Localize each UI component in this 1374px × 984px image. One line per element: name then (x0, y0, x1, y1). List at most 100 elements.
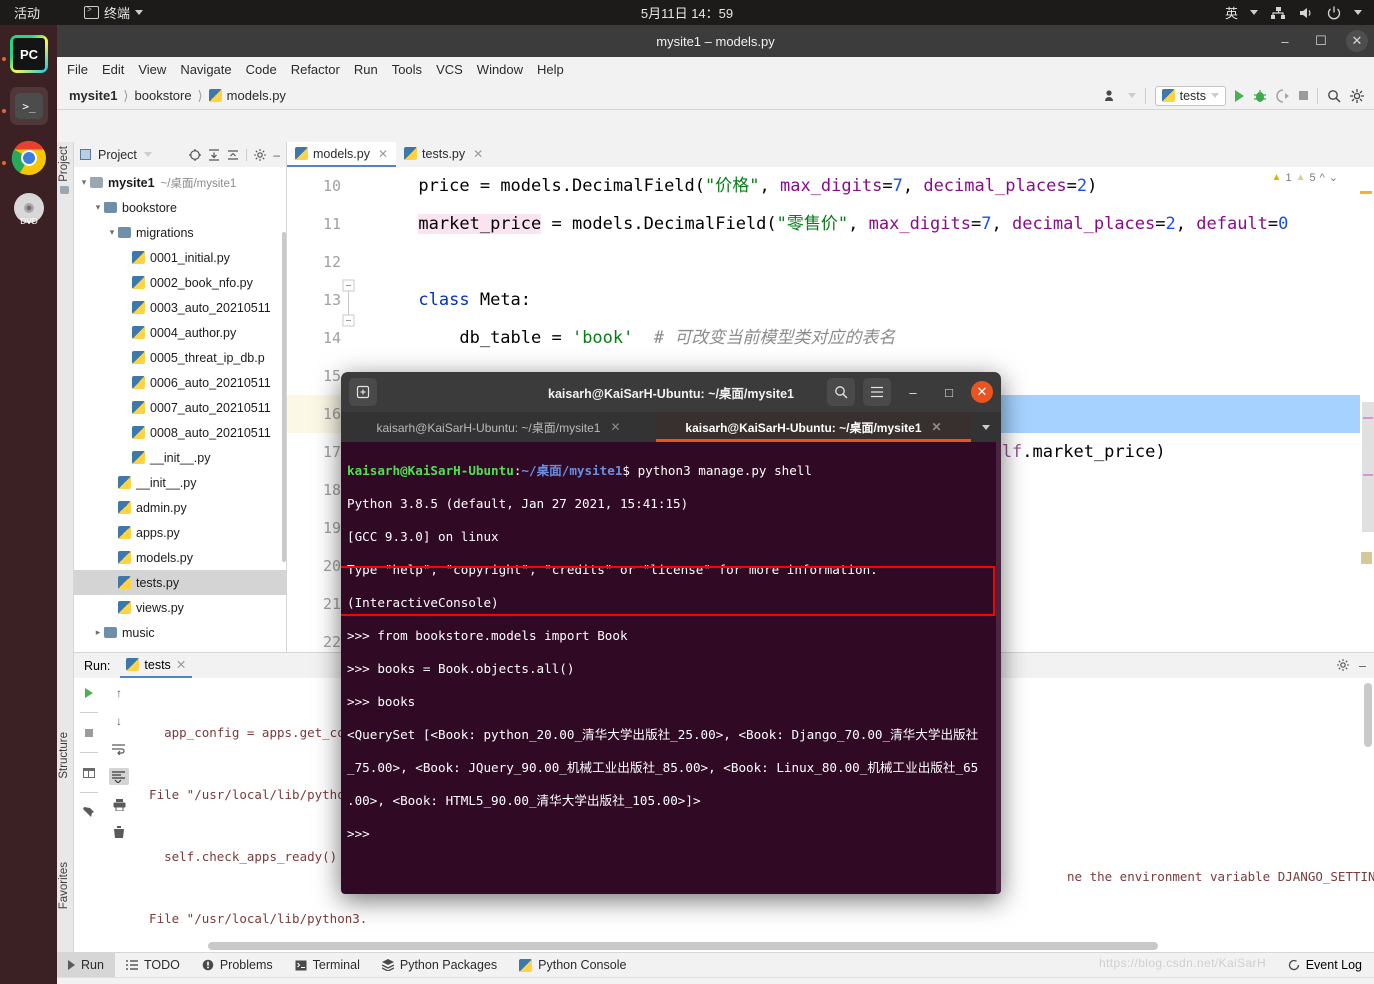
bottom-tool-terminal[interactable]: Terminal (284, 953, 371, 978)
editor-tab-tests[interactable]: tests.py ✕ (396, 142, 491, 167)
collapse-all-icon[interactable] (227, 149, 239, 161)
menu-view[interactable]: View (138, 62, 166, 77)
menu-window[interactable]: Window (477, 62, 523, 77)
restore-layout-button[interactable] (79, 764, 99, 781)
menu-code[interactable]: Code (246, 62, 277, 77)
chevron-icon[interactable]: ▾ (78, 177, 90, 188)
menu-help[interactable]: Help (537, 62, 564, 77)
tree-row[interactable]: 0003_auto_20210511 (74, 295, 286, 320)
chevron-icon[interactable]: ▸ (92, 627, 104, 638)
maximize-button[interactable]: ☐ (1310, 30, 1332, 52)
run-output-vscrollbar[interactable] (1364, 683, 1372, 747)
close-button[interactable]: ✕ (971, 381, 993, 403)
dock-item-terminal[interactable]: >_ (10, 87, 48, 125)
close-icon[interactable]: ✕ (610, 420, 620, 434)
close-icon[interactable]: ✕ (378, 147, 388, 161)
search-icon[interactable] (1327, 89, 1341, 103)
bottom-tool-todo[interactable]: TODO (115, 953, 191, 978)
tree-row[interactable]: tests.py (74, 570, 286, 595)
power-icon[interactable] (1326, 5, 1342, 21)
tree-row[interactable]: admin.py (74, 495, 286, 520)
scroll-to-end-button[interactable] (109, 768, 129, 785)
menu-edit[interactable]: Edit (102, 62, 124, 77)
dock-item-chrome[interactable] (10, 139, 48, 177)
terminal-tab-list-button[interactable] (971, 412, 1001, 442)
activities-button[interactable]: 活动 (0, 3, 54, 22)
settings-gear-icon[interactable] (1337, 658, 1350, 671)
tree-row[interactable]: 0001_initial.py (74, 245, 286, 270)
scrollbar-thumb[interactable] (208, 942, 1158, 950)
debug-icon[interactable] (1253, 89, 1267, 103)
menu-vcs[interactable]: VCS (436, 62, 463, 77)
run-with-coverage-icon[interactable] (1276, 88, 1290, 103)
clock[interactable]: 5月11日 14：59 (0, 3, 1374, 22)
down-button[interactable]: ↓ (109, 712, 129, 729)
terminal-tab-2[interactable]: kaisarh@KaiSarH-Ubuntu: ~/桌面/mysite1 ✕ (656, 412, 971, 442)
tree-row[interactable]: 0006_auto_20210511 (74, 370, 286, 395)
menu-tools[interactable]: Tools (392, 62, 422, 77)
tree-row[interactable]: 0008_auto_20210511 (74, 420, 286, 445)
run-button[interactable] (1235, 89, 1244, 102)
settings-gear-icon[interactable] (254, 148, 267, 161)
bottom-tool-run[interactable]: Run (57, 952, 115, 978)
menu-file[interactable]: File (67, 62, 88, 77)
breadcrumb-modelspy[interactable]: models.py (208, 88, 286, 103)
input-method-indicator[interactable]: 英 (1225, 3, 1238, 22)
hide-panel-button[interactable]: – (273, 148, 280, 162)
maximize-button[interactable]: □ (935, 378, 963, 406)
run-configuration-selector[interactable]: tests (1154, 85, 1226, 106)
breadcrumb-bookstore[interactable]: bookstore (135, 88, 192, 103)
project-scrollbar[interactable] (282, 232, 286, 562)
terminal-tab-1[interactable]: kaisarh@KaiSarH-Ubuntu: ~/桌面/mysite1 ✕ (341, 412, 656, 442)
close-icon[interactable]: ✕ (473, 147, 483, 161)
tree-row[interactable]: ▾ migrations (74, 220, 286, 245)
new-tab-button[interactable] (349, 378, 377, 406)
topbar-app-menu[interactable]: 终端 (84, 3, 144, 22)
stop-button[interactable] (1299, 91, 1308, 100)
close-icon[interactable]: ✕ (932, 420, 942, 434)
close-icon[interactable]: ✕ (176, 657, 186, 672)
settings-gear-icon[interactable] (1350, 88, 1364, 103)
user-icon[interactable] (1104, 89, 1119, 102)
bottom-tool-python-packages[interactable]: Python Packages (371, 953, 508, 978)
tree-row[interactable]: 0007_auto_20210511 (74, 395, 286, 420)
terminal-scrollbar[interactable] (996, 442, 1001, 894)
chevron-icon[interactable]: ▾ (106, 227, 118, 238)
hamburger-menu-icon[interactable] (863, 378, 891, 406)
code-fold-markers[interactable] (341, 277, 357, 357)
project-tree[interactable]: ▾ mysite1 ~/桌面/mysite1 ▾ bookstore ▾ migration… (74, 167, 286, 670)
tree-row[interactable]: apps.py (74, 520, 286, 545)
close-button[interactable]: ✕ (1346, 30, 1368, 52)
scrollbar-thumb[interactable] (1362, 402, 1374, 532)
expand-all-icon[interactable] (208, 148, 220, 161)
clear-all-button[interactable] (109, 824, 129, 841)
print-button[interactable] (109, 796, 129, 813)
menu-run[interactable]: Run (354, 62, 378, 77)
tree-row[interactable]: ▾ bookstore (74, 195, 286, 220)
dock-item-dvd[interactable]: DVD (10, 191, 48, 229)
editor-marker-bar[interactable] (1360, 167, 1374, 652)
tree-row[interactable]: __init__.py (74, 445, 286, 470)
terminal-window[interactable]: kaisarh@KaiSarH-Ubuntu: ~/桌面/mysite1 – □… (341, 372, 1001, 894)
breadcrumb-mysite1[interactable]: mysite1 (69, 88, 117, 103)
editor-tab-models[interactable]: models.py ✕ (287, 142, 397, 167)
tool-button-structure[interactable]: Structure (58, 732, 70, 782)
tree-row[interactable]: __init__.py (74, 470, 286, 495)
locate-icon[interactable] (189, 148, 202, 161)
chevron-down-icon[interactable] (143, 152, 152, 157)
bottom-tool-python-console[interactable]: Python Console (508, 953, 637, 978)
tree-row[interactable]: 0002_book_nfo.py (74, 270, 286, 295)
run-tab-tests[interactable]: tests ✕ (120, 653, 193, 678)
search-icon[interactable] (827, 378, 855, 406)
menu-navigate[interactable]: Navigate (180, 62, 231, 77)
stop-button[interactable] (79, 724, 99, 741)
terminal-output[interactable]: kaisarh@KaiSarH-Ubuntu:~/桌面/mysite1$ pyt… (341, 442, 1001, 894)
tool-button-favorites[interactable]: Favorites (58, 862, 70, 912)
tool-button-project[interactable]: Project (58, 146, 70, 194)
chevron-icon[interactable]: ▾ (92, 202, 104, 213)
minimize-button[interactable]: – (1274, 30, 1296, 52)
hide-panel-button[interactable]: – (1359, 659, 1366, 673)
up-button[interactable]: ↑ (109, 684, 129, 701)
tree-row[interactable]: 0004_author.py (74, 320, 286, 345)
chevron-down-icon[interactable] (1127, 93, 1136, 98)
